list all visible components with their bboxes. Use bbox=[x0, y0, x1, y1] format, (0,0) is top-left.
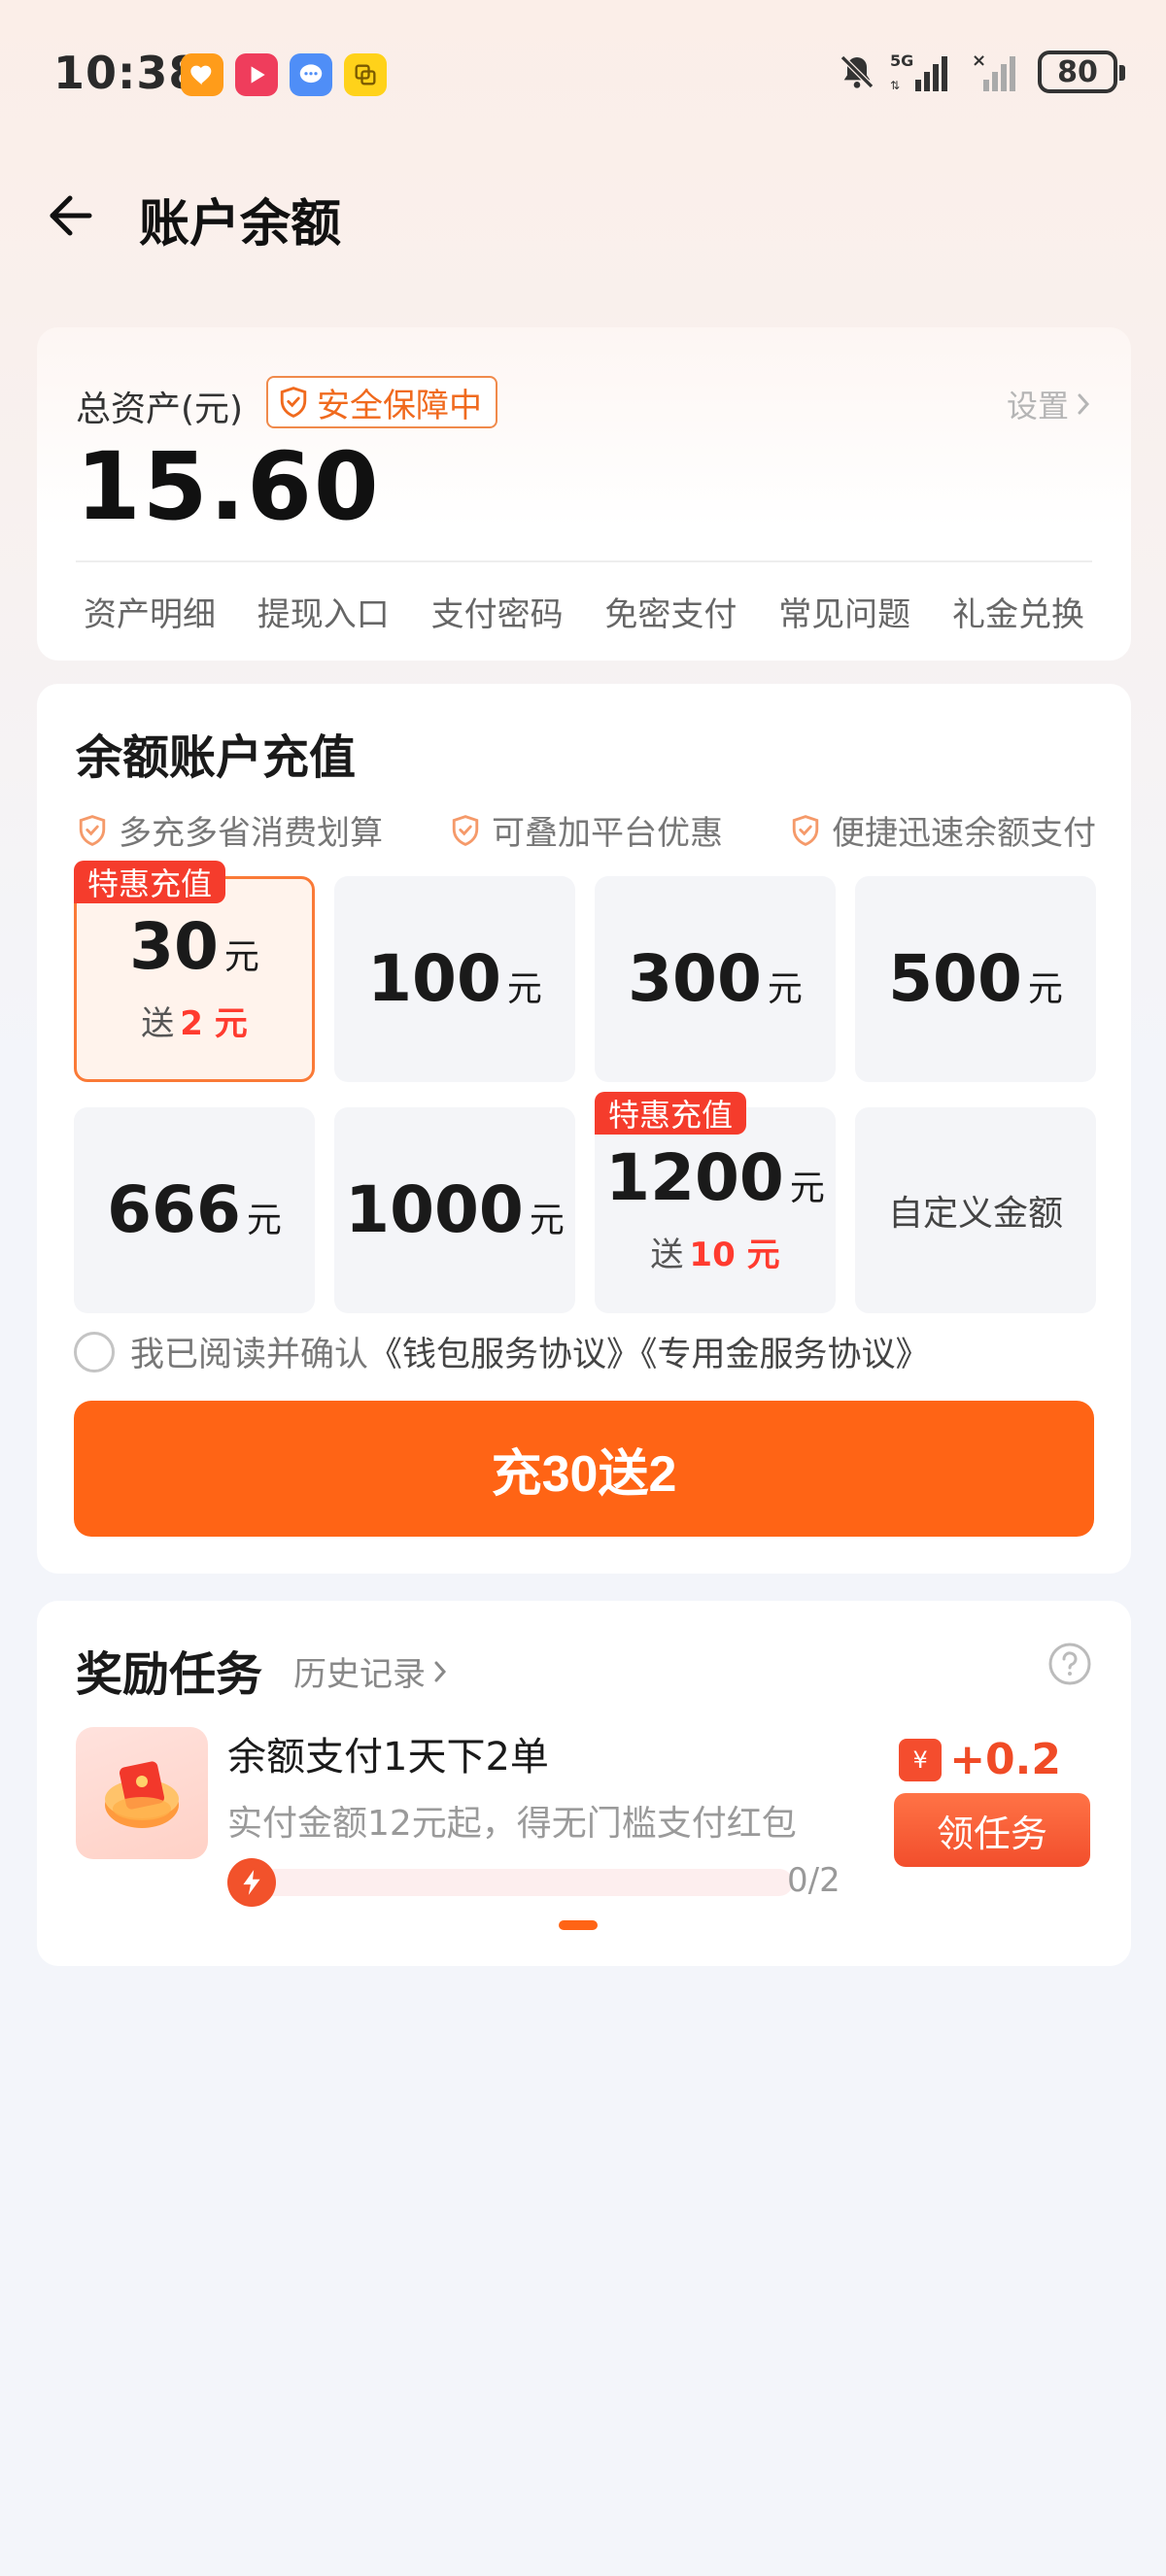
settings-label: 设置 bbox=[1006, 388, 1069, 424]
recharge-button[interactable]: 充30送2 bbox=[74, 1401, 1094, 1537]
svg-text:5G: 5G bbox=[890, 51, 913, 70]
tier-bonus: 送 10 元 bbox=[650, 1235, 780, 1274]
feature-label: 便捷迅速余额支付 bbox=[832, 814, 1096, 853]
agreement-row: 我已阅读并确认《钱包服务协议》《专用金服务协议》 bbox=[74, 1327, 930, 1376]
progress-track bbox=[237, 1869, 793, 1896]
tier-1000[interactable]: 1000 元 bbox=[334, 1107, 575, 1313]
recharge-features: 多充多省消费划算 可叠加平台优惠 便捷迅速余额支付 bbox=[76, 806, 1096, 854]
tier-bonus: 送2 元 bbox=[141, 1003, 248, 1043]
promo-tag: 特惠充值 bbox=[595, 1092, 747, 1135]
feature-item: 便捷迅速余额支付 bbox=[789, 806, 1096, 854]
quick-link-faq[interactable]: 常见问题 bbox=[771, 578, 918, 645]
recharge-title: 余额账户充值 bbox=[76, 730, 357, 785]
reward-task-card: 奖励任务 历史记录 余额支付1天下2单 实付金额12元起，得无门槛支付红包 0/… bbox=[37, 1601, 1131, 1966]
arrow-left-icon[interactable] bbox=[41, 186, 99, 245]
tier-1200[interactable]: 1200 元 送 10 元 bbox=[595, 1107, 836, 1313]
carousel-indicator bbox=[559, 1920, 598, 1930]
custom-amount-label: 自定义金额 bbox=[887, 1194, 1063, 1234]
claim-task-button[interactable]: 领任务 bbox=[894, 1793, 1090, 1867]
task-progress-text: 0/2 bbox=[787, 1861, 840, 1900]
quick-link-asset-details[interactable]: 资产明细 bbox=[76, 578, 223, 645]
red-envelope-icon bbox=[76, 1727, 208, 1859]
copy-app-icon bbox=[344, 53, 387, 96]
tier-amount: 1200 元 bbox=[605, 1139, 825, 1215]
quick-link-payment-password[interactable]: 支付密码 bbox=[424, 578, 571, 645]
tier-500[interactable]: 500 元 bbox=[855, 876, 1096, 1082]
status-bar: 10:38 5G ⇅ × 80 bbox=[0, 0, 1166, 146]
mute-icon bbox=[840, 54, 874, 89]
agreement-text: 我已阅读并确认《钱包服务协议》《专用金服务协议》 bbox=[130, 1336, 930, 1374]
no-signal-icon: × bbox=[972, 51, 1015, 91]
shield-check-icon bbox=[280, 387, 307, 418]
message-app-icon bbox=[290, 53, 332, 96]
battery-icon: 80 bbox=[1038, 51, 1125, 93]
help-icon[interactable] bbox=[1047, 1642, 1092, 1686]
tier-amount: 1000 元 bbox=[345, 1172, 565, 1247]
tier-100[interactable]: 100 元 bbox=[334, 876, 575, 1082]
agreement-links[interactable]: 《钱包服务协议》《专用金服务协议》 bbox=[368, 1336, 930, 1374]
history-link[interactable]: 历史记录 bbox=[293, 1647, 449, 1695]
agreement-checkbox[interactable] bbox=[74, 1331, 115, 1373]
recharge-tier-grid: 30 元 送2 元 特惠充值 100 元 300 元 500 元 666 元 1000 元 … bbox=[74, 861, 1096, 1319]
shield-check-icon bbox=[452, 814, 479, 846]
page-title: 账户余额 bbox=[139, 195, 342, 254]
signal-icon: 5G ⇅ bbox=[890, 51, 947, 92]
quick-link-gift-redeem[interactable]: 礼金兑换 bbox=[944, 578, 1092, 645]
tier-amount: 100 元 bbox=[367, 941, 542, 1016]
chevron-right-icon bbox=[1078, 393, 1090, 415]
tier-300[interactable]: 300 元 bbox=[595, 876, 836, 1082]
page-header: 账户余额 bbox=[0, 165, 1166, 262]
task-reward: ¥ +0.2 bbox=[899, 1735, 1061, 1784]
tier-custom-amount[interactable]: 自定义金额 bbox=[855, 1107, 1096, 1313]
balance-card: 总资产(元) 安全保障中 设置 15.60 资产明细 提现入口 支付密码 免密支… bbox=[37, 327, 1131, 661]
total-assets-label: 总资产(元) bbox=[76, 390, 244, 429]
tier-amount: 666 元 bbox=[107, 1172, 282, 1247]
task-name: 余额支付1天下2单 bbox=[227, 1735, 549, 1779]
feature-item: 多充多省消费划算 bbox=[76, 806, 383, 854]
tier-30[interactable]: 30 元 送2 元 bbox=[74, 876, 315, 1082]
tier-amount: 500 元 bbox=[888, 941, 1063, 1016]
notification-app-icons bbox=[181, 53, 387, 96]
task-section-title: 奖励任务 bbox=[76, 1647, 263, 1702]
divider bbox=[76, 560, 1092, 562]
quick-links: 资产明细 提现入口 支付密码 免密支付 常见问题 礼金兑换 bbox=[76, 578, 1092, 645]
shield-check-icon bbox=[79, 814, 106, 846]
system-icons: 5G ⇅ × 80 bbox=[838, 51, 1125, 93]
recharge-card: 余额账户充值 多充多省消费划算 可叠加平台优惠 便捷迅速余额支付 30 元 送2 … bbox=[37, 684, 1131, 1574]
lightning-icon bbox=[227, 1858, 276, 1907]
red-packet-icon: ¥ bbox=[899, 1738, 943, 1781]
settings-link[interactable]: 设置 bbox=[1007, 382, 1092, 426]
feature-label: 可叠加平台优惠 bbox=[492, 814, 723, 853]
quick-link-withdraw[interactable]: 提现入口 bbox=[250, 578, 397, 645]
safety-badge-label: 安全保障中 bbox=[317, 386, 482, 425]
heart-app-icon bbox=[181, 53, 223, 96]
video-app-icon bbox=[235, 53, 278, 96]
promo-tag: 特惠充值 bbox=[74, 861, 226, 903]
tier-666[interactable]: 666 元 bbox=[74, 1107, 315, 1313]
history-label: 历史记录 bbox=[293, 1655, 426, 1694]
shield-check-icon bbox=[792, 814, 819, 846]
battery-level: 80 bbox=[1057, 54, 1098, 89]
tier-amount: 300 元 bbox=[628, 941, 803, 1016]
feature-item: 可叠加平台优惠 bbox=[449, 806, 723, 854]
feature-label: 多充多省消费划算 bbox=[119, 814, 383, 853]
balance-amount: 15.60 bbox=[76, 432, 381, 541]
safety-badge[interactable]: 安全保障中 bbox=[266, 376, 497, 428]
chevron-right-icon bbox=[434, 1661, 447, 1681]
reward-value: +0.2 bbox=[949, 1735, 1061, 1784]
task-description: 实付金额12元起，得无门槛支付红包 bbox=[227, 1804, 797, 1844]
status-time: 10:38 bbox=[53, 47, 201, 99]
tier-amount: 30 元 bbox=[129, 908, 259, 984]
svg-text:⇅: ⇅ bbox=[890, 79, 900, 92]
task-progress-bar bbox=[227, 1858, 793, 1907]
svg-text:×: × bbox=[972, 51, 986, 71]
quick-link-password-free-payment[interactable]: 免密支付 bbox=[597, 578, 744, 645]
